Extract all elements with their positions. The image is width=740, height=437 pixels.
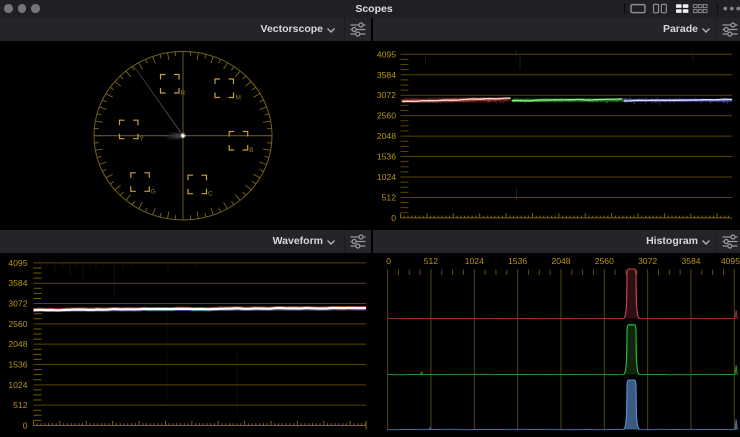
svg-text:4095: 4095 bbox=[721, 256, 740, 266]
svg-text:2560: 2560 bbox=[377, 111, 396, 121]
svg-text:512: 512 bbox=[424, 256, 439, 266]
svg-text:B: B bbox=[249, 147, 253, 154]
svg-text:3584: 3584 bbox=[8, 278, 27, 288]
svg-text:1536: 1536 bbox=[508, 256, 527, 266]
svg-text:1024: 1024 bbox=[465, 256, 484, 266]
svg-text:0: 0 bbox=[23, 421, 28, 431]
svg-text:1536: 1536 bbox=[8, 360, 27, 370]
svg-text:2048: 2048 bbox=[551, 256, 570, 266]
svg-text:3584: 3584 bbox=[377, 70, 396, 80]
svg-text:4095: 4095 bbox=[377, 49, 396, 59]
svg-text:1536: 1536 bbox=[377, 152, 396, 162]
svg-text:4095: 4095 bbox=[8, 258, 27, 268]
svg-text:3072: 3072 bbox=[377, 90, 396, 100]
svg-text:Y: Y bbox=[140, 136, 145, 143]
svg-text:2560: 2560 bbox=[8, 319, 27, 329]
svg-text:3584: 3584 bbox=[681, 256, 700, 266]
svg-text:2560: 2560 bbox=[595, 256, 614, 266]
svg-text:0: 0 bbox=[391, 213, 396, 223]
svg-text:3072: 3072 bbox=[638, 256, 657, 266]
svg-text:G: G bbox=[151, 188, 156, 195]
svg-text:512: 512 bbox=[13, 400, 28, 410]
svg-text:0: 0 bbox=[386, 256, 391, 266]
svg-text:512: 512 bbox=[382, 193, 397, 203]
svg-text:1024: 1024 bbox=[377, 172, 396, 182]
svg-text:R: R bbox=[181, 90, 186, 97]
svg-text:2048: 2048 bbox=[377, 131, 396, 141]
svg-text:1024: 1024 bbox=[8, 380, 27, 390]
svg-text:2048: 2048 bbox=[8, 339, 27, 349]
svg-text:3072: 3072 bbox=[8, 299, 27, 309]
svg-text:M: M bbox=[236, 95, 241, 102]
svg-text:C: C bbox=[208, 191, 213, 198]
